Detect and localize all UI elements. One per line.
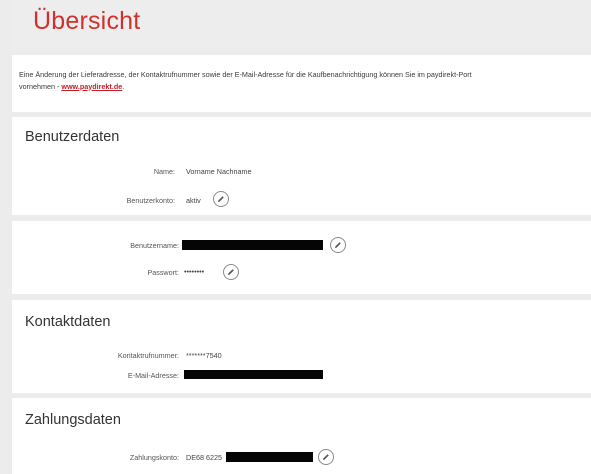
account-status-label: Benutzerkonto:: [126, 196, 175, 205]
edit-account-button[interactable]: [213, 191, 229, 207]
benutzerdaten-title: Benutzerdaten: [25, 129, 120, 145]
phone-label: Kontaktrufnummer:: [117, 351, 179, 360]
benutzerdaten-card: Benutzerdaten Name: Vorname Nachname Ben…: [12, 117, 591, 215]
payment-account-redaction: [226, 452, 313, 462]
zahlungsdaten-card: Zahlungsdaten Zahlungskonto: DE68 6225: [12, 398, 591, 474]
phone-value: *******7540: [186, 351, 222, 360]
paydirekt-link[interactable]: www.paydirekt.de: [61, 82, 122, 91]
intro-text: Eine Änderung der Lieferadresse, der Kon…: [19, 69, 591, 92]
pencil-icon: [218, 196, 224, 202]
account-status-value: aktiv: [186, 196, 201, 205]
pencil-icon: [228, 269, 234, 275]
payment-account-label: Zahlungskonto:: [129, 453, 179, 462]
name-value: Vorname Nachname: [186, 167, 252, 176]
email-label: E-Mail-Adresse:: [127, 371, 179, 380]
edit-username-button[interactable]: [330, 237, 346, 253]
username-label: Benutzername:: [130, 241, 179, 250]
intro-panel: Eine Änderung der Lieferadresse, der Kon…: [12, 55, 591, 112]
kontaktdaten-title: Kontaktdaten: [25, 314, 111, 330]
intro-line-2-prefix: vornehmen -: [19, 81, 62, 91]
name-label: Name:: [153, 167, 175, 176]
intro-line-2-suffix: .: [122, 81, 125, 91]
overview-page: Übersicht Eine Änderung der Lieferadress…: [0, 0, 591, 474]
password-value: ••••••••: [184, 267, 205, 276]
payment-account-value: DE68 6225: [186, 453, 222, 462]
title-bar: Übersicht: [12, 0, 591, 50]
intro-line-2: vornehmen - www.paydirekt.de.: [19, 81, 591, 93]
edit-payment-account-button[interactable]: [318, 449, 334, 465]
edit-password-button[interactable]: [223, 264, 239, 280]
intro-line-1: Eine Änderung der Lieferadresse, der Kon…: [19, 70, 472, 79]
password-label: Passwort:: [147, 268, 179, 277]
kontaktdaten-card: Kontaktdaten Kontaktrufnummer: *******75…: [12, 300, 591, 393]
pencil-icon: [335, 242, 341, 248]
credentials-card: Benutzername: Passwort: ••••••••: [12, 221, 591, 294]
pencil-icon: [323, 454, 329, 460]
page-title: Übersicht: [33, 7, 141, 35]
username-redaction: [182, 240, 323, 250]
email-redaction: [184, 370, 323, 379]
zahlungsdaten-title: Zahlungsdaten: [25, 412, 121, 428]
